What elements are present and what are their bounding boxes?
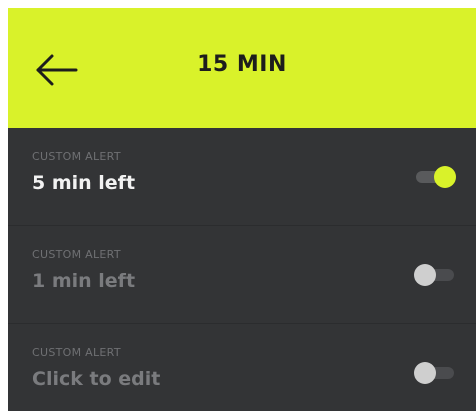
alert-value: Click to edit [32,368,161,390]
alert-value: 1 min left [32,270,136,292]
alert-label: CUSTOM ALERT [32,346,121,359]
alert-toggle-1[interactable] [414,166,456,188]
alert-settings-screen: 15 MIN CUSTOM ALERT 5 min left CUSTOM AL… [0,0,476,411]
toggle-knob [414,264,436,286]
top-bar: 15 MIN [8,8,476,128]
alert-value: 5 min left [32,172,136,194]
alert-toggle-2[interactable] [414,264,456,286]
alert-toggle-3[interactable] [414,362,456,384]
alert-list: CUSTOM ALERT 5 min left CUSTOM ALERT 1 m… [8,128,476,411]
toggle-knob [434,166,456,188]
alert-row-2[interactable]: CUSTOM ALERT 1 min left [8,226,476,324]
alert-label: CUSTOM ALERT [32,150,121,163]
alert-row-1[interactable]: CUSTOM ALERT 5 min left [8,128,476,226]
page-title: 15 MIN [197,52,287,77]
alert-row-3[interactable]: CUSTOM ALERT Click to edit [8,324,476,411]
toggle-knob [414,362,436,384]
alert-label: CUSTOM ALERT [32,248,121,261]
